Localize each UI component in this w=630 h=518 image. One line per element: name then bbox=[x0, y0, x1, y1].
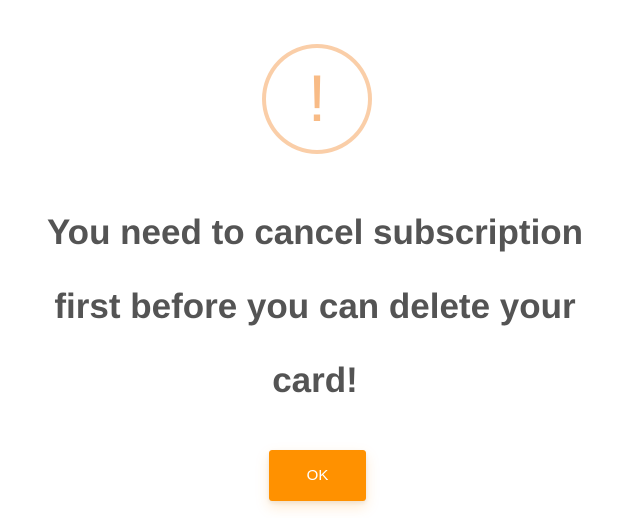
dialog-title: You need to cancel subscription first be… bbox=[46, 213, 584, 400]
ok-button[interactable]: OK bbox=[269, 450, 366, 501]
alert-dialog: ! You need to cancel subscription first … bbox=[0, 0, 630, 518]
warning-icon: ! bbox=[262, 44, 372, 154]
exclamation-mark-glyph: ! bbox=[307, 61, 327, 135]
